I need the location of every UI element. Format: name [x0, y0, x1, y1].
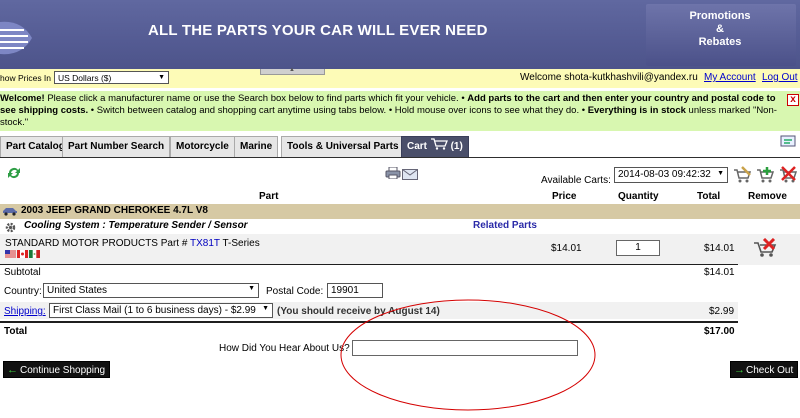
delete-cart-icon[interactable]: [778, 166, 798, 184]
total-value: $17.00: [704, 326, 735, 337]
chevron-down-icon: ▼: [262, 305, 269, 312]
currency-select[interactable]: US Dollars ($) ▼: [54, 71, 169, 84]
available-carts-select[interactable]: 2014-08-03 09:42:32 ▼: [614, 167, 728, 183]
tab-tools-universal[interactable]: Tools & Universal Parts: [281, 136, 405, 157]
column-header-price: Price: [552, 191, 577, 202]
cart-icon: [430, 138, 448, 150]
total-label: Total: [4, 326, 28, 337]
welcome-text: Welcome shota-kutkhashvili@yandex.ru: [520, 72, 698, 83]
gear-icon: [5, 222, 16, 233]
available-carts-label: Available Carts:: [541, 175, 611, 186]
item-price: $14.01: [551, 243, 582, 254]
continue-shopping-button[interactable]: ← Continue Shopping: [3, 361, 111, 378]
item-total: $14.01: [704, 243, 735, 254]
site-headline: ALL THE PARTS YOUR CAR WILL EVER NEED: [148, 22, 488, 39]
shipping-method-select[interactable]: First Class Mail (1 to 6 business days) …: [49, 303, 273, 318]
arrow-right-icon: →: [734, 364, 745, 376]
annotation-ellipse: [340, 299, 596, 411]
column-header-total: Total: [697, 191, 721, 202]
new-cart-icon[interactable]: [755, 166, 775, 184]
column-header-remove: Remove: [748, 191, 787, 202]
remove-item-icon[interactable]: [752, 238, 778, 258]
country-label: Country:: [4, 286, 42, 297]
my-account-link[interactable]: My Account: [704, 72, 756, 83]
check-out-button[interactable]: → Check Out: [730, 361, 799, 378]
chevron-down-icon: ▼: [158, 74, 165, 81]
log-out-link[interactable]: Log Out: [762, 72, 798, 83]
postal-code-input[interactable]: 19901: [327, 283, 383, 298]
subtotal-label: Subtotal: [4, 267, 41, 278]
related-parts-link[interactable]: Related Parts: [473, 220, 537, 231]
subtotal-value: $14.01: [704, 267, 735, 278]
save-cart-icon[interactable]: [732, 166, 752, 184]
column-header-quantity: Quantity: [618, 191, 659, 202]
close-banner-button[interactable]: x: [787, 94, 799, 106]
car-icon: [3, 208, 17, 216]
site-logo[interactable]: [0, 14, 34, 62]
part-description: STANDARD MOTOR PRODUCTS Part # TX81T T-S…: [5, 238, 260, 249]
print-icon[interactable]: [385, 167, 401, 179]
help-icon[interactable]: [780, 134, 798, 148]
collapse-header-handle[interactable]: ▲: [260, 67, 325, 75]
refresh-icon[interactable]: [6, 166, 22, 180]
country-select[interactable]: United States ▼: [43, 283, 259, 298]
part-number-link[interactable]: TX81T: [190, 238, 220, 249]
chevron-down-icon: ▼: [248, 285, 255, 292]
canada-flag-icon: [17, 250, 28, 258]
tab-marine[interactable]: Marine: [234, 136, 279, 157]
arrow-left-icon: ←: [7, 364, 18, 376]
email-icon[interactable]: [402, 169, 418, 180]
divider: [0, 264, 738, 265]
vehicle-name: 2003 JEEP GRAND CHEROKEE 4.7L V8: [21, 205, 208, 216]
mexico-flag-icon: [29, 250, 40, 258]
shipping-link[interactable]: Shipping:: [4, 306, 46, 317]
shipping-price: $2.99: [709, 306, 735, 317]
us-flag-icon: [5, 250, 16, 258]
chevron-down-icon: ▼: [717, 170, 724, 177]
tab-part-number-search[interactable]: Part Number Search: [62, 136, 171, 157]
show-prices-label: how Prices In: [0, 73, 52, 83]
quantity-input[interactable]: 1: [616, 240, 660, 256]
country-flags: [5, 250, 41, 261]
hear-about-us-label: How Did You Hear About Us?: [219, 343, 350, 354]
part-category: Cooling System : Temperature Sender / Se…: [24, 220, 248, 231]
postal-code-label: Postal Code:: [266, 286, 324, 297]
tab-part-catalog[interactable]: Part Catalog: [0, 136, 71, 157]
info-banner-text: Welcome! Please click a manufacturer nam…: [0, 93, 777, 128]
promotions-label[interactable]: Promotions & Rebates: [660, 10, 780, 49]
tab-cart[interactable]: Cart (1): [401, 136, 469, 157]
column-header-part: Part: [259, 191, 279, 202]
tab-motorcycle[interactable]: Motorcycle: [170, 136, 235, 157]
